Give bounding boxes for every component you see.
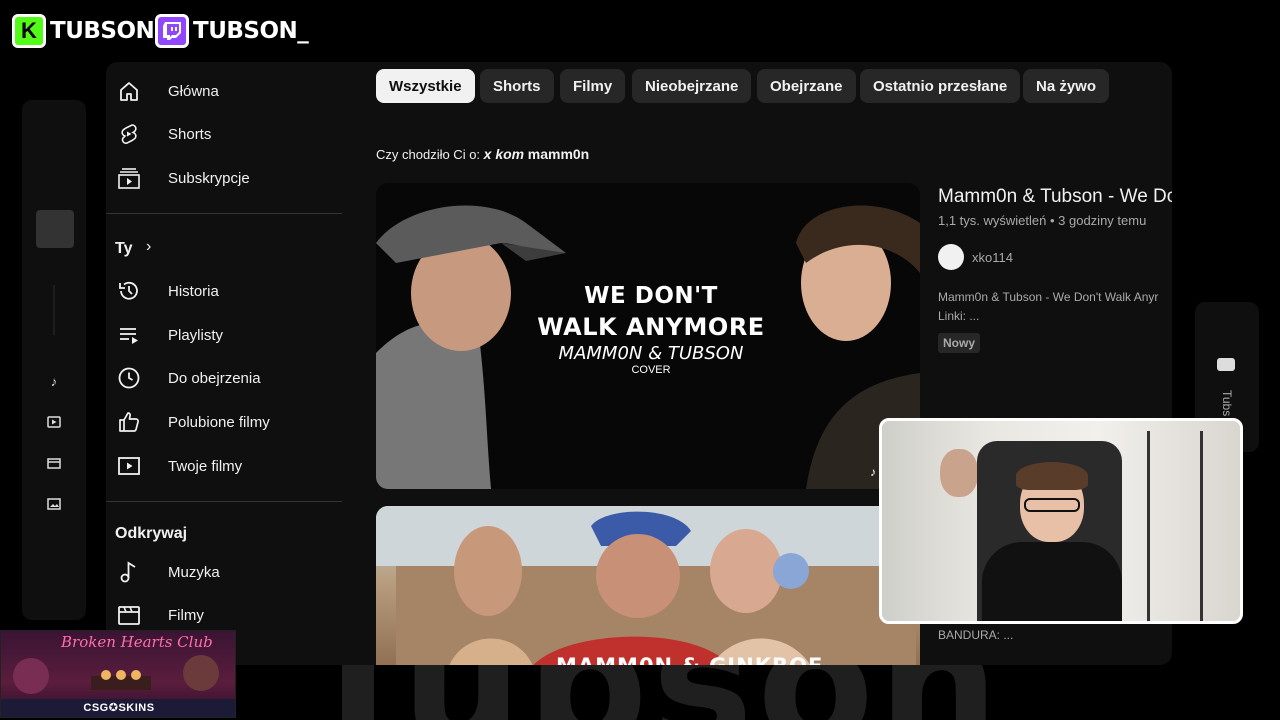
kick-logo-icon: K	[12, 14, 46, 48]
sidebar-item-playlists[interactable]: Playlisty	[106, 315, 344, 355]
sidebar-item-label: Subskrypcje	[168, 169, 250, 187]
video-description-line: Mamm0n & Tubson - We Don't Walk Anyr	[938, 290, 1159, 304]
thumbnail-title: MAMM0N & GINKROF	[556, 654, 823, 665]
mini-avatar[interactable]	[36, 210, 74, 248]
music-note-icon: ♪	[870, 465, 876, 479]
image-icon[interactable]	[44, 496, 64, 516]
clapper-icon[interactable]	[44, 455, 64, 475]
chip-watched[interactable]: Obejrzane	[757, 69, 856, 103]
video-thumbnail[interactable]: MAMM0N & GINKROF	[376, 506, 920, 665]
playlists-icon	[116, 322, 142, 348]
sidebar-item-label: Twoje filmy	[168, 457, 243, 475]
video-meta: 1,1 tys. wyświetleń • 3 godziny temu	[938, 213, 1147, 228]
movies-icon	[116, 602, 142, 628]
sidebar-item-label: Historia	[168, 282, 219, 300]
mini-divider	[53, 285, 55, 335]
sidebar-item-home[interactable]: Główna	[106, 71, 344, 111]
music-icon	[116, 559, 142, 585]
sidebar-item-label: Do obejrzenia	[168, 369, 261, 387]
sidebar-item-shorts[interactable]: Shorts	[106, 114, 344, 154]
thumbnail-art	[376, 506, 920, 665]
liked-icon	[116, 409, 142, 435]
sidebar-item-label: Główna	[168, 82, 219, 100]
sidebar-item-your-videos[interactable]: Twoje filmy	[106, 446, 344, 486]
guest-person	[940, 449, 978, 497]
chip-videos[interactable]: Filmy	[560, 69, 626, 103]
video-description: BANDURA: ...	[938, 628, 1014, 642]
sponsor-banner: Broken Hearts Club CSG✪SKINS	[0, 630, 236, 718]
chip-all[interactable]: Wszystkie	[376, 69, 475, 103]
shelf	[1147, 431, 1203, 621]
did-you-mean-prefix: Czy chodziło Ci o:	[376, 147, 481, 162]
thumbnail-title: WE DON'T WALK ANYMORE MAMM0N & TUBSON CO…	[531, 283, 771, 376]
kick-handle: TUBSON	[50, 18, 155, 44]
chip-unwatched[interactable]: Nieobejrzane	[632, 69, 752, 103]
sidebar-item-subscriptions[interactable]: Subskrypcje	[106, 158, 344, 198]
chip-shorts[interactable]: Shorts	[480, 69, 554, 103]
home-icon	[116, 78, 142, 104]
sidebar-item-label: Filmy	[168, 606, 204, 624]
sidebar-item-music[interactable]: Muzyka	[106, 552, 344, 592]
sidebar-item-label: Playlisty	[168, 326, 224, 344]
section-title-you: Ty	[115, 240, 133, 257]
streamer	[982, 462, 1122, 621]
thumbnail-line-3: MAMM0N & TUBSON	[558, 343, 744, 364]
video-thumbnail[interactable]: WE DON'T WALK ANYMORE MAMM0N & TUBSON CO…	[376, 183, 920, 489]
chip-recently-uploaded[interactable]: Ostatnio przesłane	[860, 69, 1021, 103]
twitch-logo-icon	[155, 14, 189, 48]
sidebar-item-liked[interactable]: Polubione filmy	[106, 402, 344, 442]
thumbnail-line-4: COVER	[631, 364, 671, 376]
did-you-mean: Czy chodziło Ci o: x kom mamm0n	[376, 146, 589, 162]
sidebar-item-label: Muzyka	[168, 563, 220, 581]
chevron-right-icon: ›	[146, 238, 152, 255]
did-you-mean-suggestion-rest[interactable]: mamm0n	[528, 146, 589, 162]
mini-side-panel: ♪	[22, 100, 86, 620]
sidebar-item-watch-later[interactable]: Do obejrzenia	[106, 358, 344, 398]
webcam-overlay	[879, 418, 1243, 624]
right-widget-label: Tubs	[1220, 390, 1234, 417]
sidebar-item-history[interactable]: Historia	[106, 271, 344, 311]
youtube-logo-icon	[1217, 358, 1235, 371]
section-title-explore: Odkrywaj	[115, 525, 188, 542]
sponsor-title: Broken Hearts Club	[61, 633, 213, 651]
video-title[interactable]: Mamm0n & Tubson - We Do	[938, 186, 1172, 208]
channel-avatar[interactable]	[938, 244, 964, 270]
history-icon	[116, 278, 142, 304]
play-box-icon[interactable]	[44, 414, 64, 434]
subscriptions-icon	[116, 165, 142, 191]
your-videos-icon	[116, 453, 142, 479]
sidebar-item-label: Polubione filmy	[168, 413, 270, 431]
sidebar: Główna Shorts Subskrypcje Ty › Historia	[106, 62, 344, 665]
watch-later-icon	[116, 365, 142, 391]
sponsor-name: CSG✪SKINS	[1, 699, 235, 717]
video-description: Mamm0n & Tubson - We Don't Walk Anyr Lin…	[938, 288, 1172, 326]
twitch-badge: TUBSON_	[155, 12, 309, 50]
did-you-mean-suggestion[interactable]: x kom	[484, 146, 524, 162]
channel-name[interactable]: xko114	[972, 250, 1013, 265]
twitch-handle: TUBSON_	[193, 18, 309, 44]
sidebar-item-movies[interactable]: Filmy	[106, 595, 344, 635]
video-description-line: Linki: ...	[938, 309, 980, 323]
sidebar-divider	[106, 501, 342, 502]
music-note-icon[interactable]: ♪	[44, 372, 64, 392]
chip-live[interactable]: Na żywo	[1023, 69, 1110, 103]
sidebar-divider	[106, 213, 342, 214]
sidebar-item-label: Shorts	[168, 125, 212, 143]
kick-badge: K TUBSON	[12, 12, 155, 50]
shorts-icon	[116, 121, 142, 147]
sidebar-you-header[interactable]: Ty ›	[106, 229, 344, 269]
thumbnail-line-1: WE DON'T	[584, 283, 718, 309]
thumbnail-line-2: WALK ANYMORE	[537, 313, 765, 341]
new-badge: Nowy	[938, 333, 981, 353]
